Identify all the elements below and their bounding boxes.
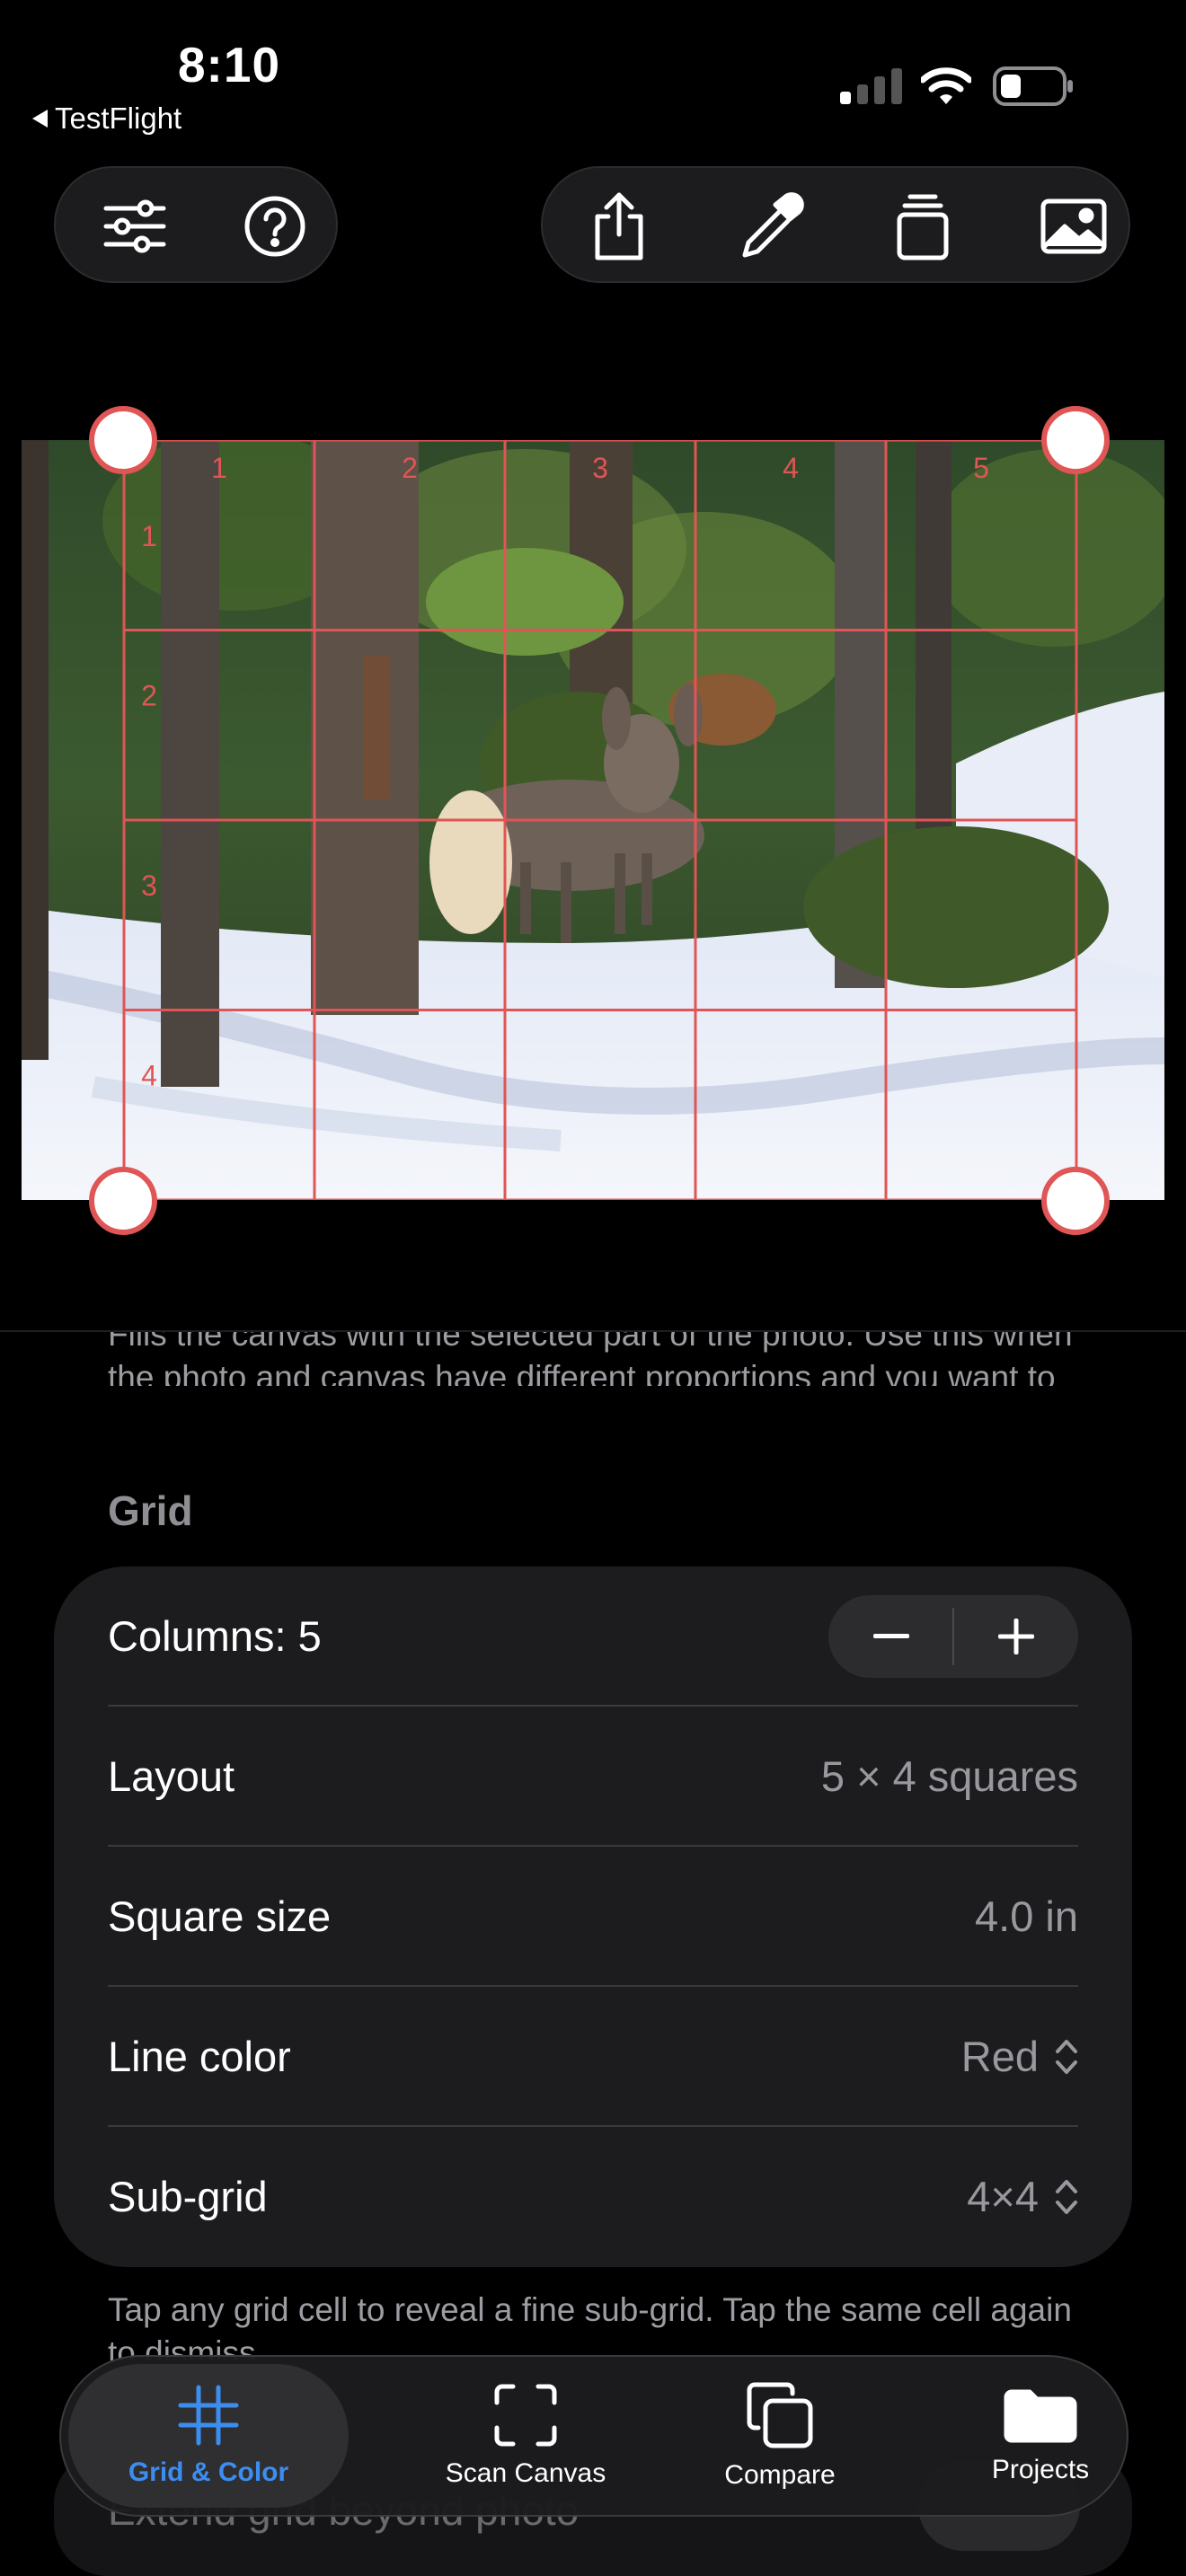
- columns-label: Columns: 5: [108, 1612, 322, 1660]
- tab-compare-label: Compare: [724, 2460, 836, 2490]
- grid-overlay: 1 2 3 4 5 1 2 3 4: [122, 440, 1078, 1200]
- photo-canvas[interactable]: 1 2 3 4 5 1 2 3 4: [22, 440, 1164, 1200]
- crop-handle-bottom-left[interactable]: [89, 1167, 157, 1235]
- battery-icon: [993, 66, 1073, 106]
- subgrid-row[interactable]: Sub-grid 4×4: [108, 2127, 1078, 2266]
- tab-compare[interactable]: Compare: [636, 2357, 924, 2515]
- tab-projects-label: Projects: [991, 2455, 1090, 2484]
- layers-icon: [897, 194, 949, 260]
- grid-row-label: 2: [141, 680, 157, 712]
- line-color-picker[interactable]: Red: [961, 2032, 1078, 2081]
- layout-row: Layout 5 × 4 squares: [108, 1707, 1078, 1846]
- line-color-label: Line color: [108, 2033, 291, 2080]
- layout-label: Layout: [108, 1752, 235, 1800]
- photo-library-button[interactable]: [1015, 168, 1132, 285]
- minus-icon: [872, 1633, 909, 1638]
- share-icon: [595, 192, 643, 260]
- square-size-row: Square size 4.0 in: [108, 1847, 1078, 1986]
- line-color-row[interactable]: Line color Red: [108, 1987, 1078, 2126]
- decrement-button[interactable]: [828, 1595, 953, 1678]
- plus-icon: [997, 1618, 1034, 1654]
- photo-icon: [1040, 198, 1107, 254]
- increment-button[interactable]: [953, 1595, 1078, 1678]
- grid-column-label: 1: [211, 452, 227, 484]
- square-size-label: Square size: [108, 1892, 332, 1940]
- subgrid-picker[interactable]: 4×4: [967, 2172, 1078, 2221]
- grid-section-header: Grid: [108, 1487, 193, 1534]
- scan-icon: [494, 2384, 557, 2447]
- layers-button[interactable]: [864, 168, 981, 285]
- right-toolbar: [541, 166, 1130, 283]
- subgrid-hint: Tap any grid cell to reveal a fine sub-g…: [108, 2291, 1072, 2360]
- columns-stepper[interactable]: [828, 1594, 1078, 1678]
- fill-description: Fills the canvas with the selected part …: [108, 1332, 1073, 1386]
- back-triangle-icon: [32, 110, 48, 128]
- eyedropper-button[interactable]: [713, 168, 830, 285]
- help-icon: [244, 196, 305, 257]
- grid-row-label: 3: [141, 869, 157, 902]
- tab-bar: Grid & Color Scan Canvas Compare Project…: [59, 2355, 1128, 2517]
- eyedropper-icon: [742, 192, 804, 258]
- square-size-value: 4.0 in: [975, 1892, 1078, 1940]
- tab-scan-canvas[interactable]: Scan Canvas: [377, 2357, 674, 2515]
- folder-icon: [1004, 2389, 1077, 2443]
- back-app-label: TestFlight: [55, 101, 182, 135]
- grid-row-label: 1: [141, 520, 157, 552]
- wifi-icon: [921, 67, 971, 104]
- status-time: 8:10: [177, 37, 281, 93]
- tab-scan-canvas-label: Scan Canvas: [445, 2458, 606, 2488]
- chevron-up-down-icon: [1056, 2179, 1077, 2214]
- help-button[interactable]: [221, 168, 329, 285]
- tab-grid-color[interactable]: Grid & Color: [68, 2364, 349, 2508]
- crop-handle-top-left[interactable]: [89, 406, 157, 474]
- grid-hash-icon: [178, 2385, 239, 2446]
- crop-handle-bottom-right[interactable]: [1041, 1167, 1110, 1235]
- grid-column-label: 5: [973, 452, 989, 484]
- crop-handle-top-right[interactable]: [1041, 406, 1110, 474]
- grid-column-label: 3: [592, 452, 608, 484]
- cellular-signal-icon: [840, 68, 902, 104]
- grid-column-label: 2: [402, 452, 418, 484]
- line-color-value: Red: [960, 2033, 1039, 2080]
- left-toolbar: [54, 166, 338, 283]
- back-to-testflight[interactable]: TestFlight: [32, 101, 181, 136]
- tab-grid-color-label: Grid & Color: [128, 2457, 289, 2487]
- compare-icon: [747, 2382, 813, 2448]
- subgrid-value: 4×4: [967, 2173, 1039, 2220]
- description-clip: Fills the canvas with the selected part …: [0, 1332, 1186, 1386]
- grid-settings-card: Columns: 5 Layout 5 × 4 squares Square s…: [54, 1566, 1132, 2267]
- grid-column-label: 4: [783, 452, 799, 484]
- subgrid-label: Sub-grid: [108, 2173, 268, 2220]
- settings-button[interactable]: [81, 168, 189, 285]
- grid-row-label: 4: [141, 1060, 157, 1092]
- share-button[interactable]: [561, 168, 677, 285]
- chevron-up-down-icon: [1056, 2039, 1077, 2074]
- columns-row: Columns: 5: [108, 1566, 1078, 1706]
- tab-projects[interactable]: Projects: [897, 2357, 1184, 2515]
- sliders-icon: [103, 199, 166, 253]
- layout-value: 5 × 4 squares: [820, 1752, 1078, 1800]
